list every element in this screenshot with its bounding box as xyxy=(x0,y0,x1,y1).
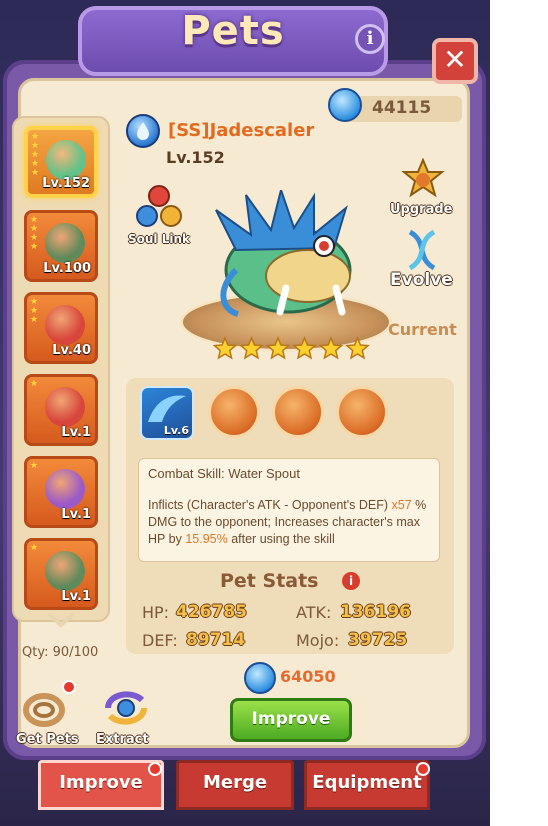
pet-card[interactable]: ★ Lv.1 xyxy=(24,538,98,610)
improve-cost: 64050 xyxy=(280,667,336,686)
star-icon xyxy=(292,336,317,360)
info-button[interactable]: i xyxy=(355,24,385,54)
soul-link-label[interactable]: Soul Link xyxy=(128,232,190,246)
page-title: Pets xyxy=(181,8,285,54)
pet-thumbnail xyxy=(45,305,85,345)
chevron-down-icon[interactable] xyxy=(48,612,74,628)
pet-card[interactable]: ★ Lv.1 xyxy=(24,374,98,446)
star-icon: ★ xyxy=(30,379,39,389)
pet-quantity: Qty: 90/100 xyxy=(22,645,99,660)
star-icon xyxy=(265,336,291,360)
evolve-label[interactable]: Evolve xyxy=(390,270,453,290)
skill-title: Combat Skill: Water Spout xyxy=(148,466,300,481)
equipment-tab-notification-dot xyxy=(416,762,430,776)
star-icon xyxy=(239,336,264,360)
tab-merge[interactable]: Merge xyxy=(176,760,294,810)
evolve-dna-icon[interactable] xyxy=(398,226,446,274)
pet-card[interactable]: ★ ★ ★ ★ Lv.100 xyxy=(24,210,98,282)
def-value: 89714 xyxy=(186,630,246,650)
game-screen: Pets i ✕ 44115 ★ ★ ★ ★ ★ Lv.152 ★ ★ ★ ★ Lv.100 ★ ★ ★ L… xyxy=(0,0,490,826)
upgrade-label[interactable]: Upgrade xyxy=(390,202,452,217)
hp-label: HP: xyxy=(142,603,170,622)
pet-star-rating xyxy=(212,336,370,360)
mojo-value: 39725 xyxy=(348,630,408,650)
improve-tab-notification-dot xyxy=(148,762,162,776)
pet-card-level: Lv.1 xyxy=(61,425,91,440)
skill-hp-bonus: 15.95% xyxy=(185,532,228,546)
improve-button[interactable]: Improve xyxy=(230,698,352,742)
pet-thumbnail xyxy=(46,140,86,180)
tab-improve[interactable]: Improve xyxy=(38,760,164,810)
current-status-label: Current xyxy=(388,320,457,339)
gem-cost-icon xyxy=(244,662,276,694)
mojo-label: Mojo: xyxy=(296,631,340,650)
pet-card[interactable]: ★ ★ ★ Lv.40 xyxy=(24,292,98,364)
gem-icon xyxy=(328,88,362,122)
get-pets-notification-dot xyxy=(62,680,76,694)
tab-equipment[interactable]: Equipment xyxy=(304,760,430,810)
upgrade-icon[interactable] xyxy=(400,158,446,204)
pet-creature-image xyxy=(215,190,352,317)
pet-card[interactable]: ★ Lv.1 xyxy=(24,456,98,528)
skill-slot-3-icon[interactable] xyxy=(336,386,388,438)
skill-slot-2-icon[interactable] xyxy=(272,386,324,438)
currency-amount: 44115 xyxy=(372,98,432,118)
close-button[interactable]: ✕ xyxy=(432,38,478,84)
star-icon: ★ xyxy=(30,242,39,252)
rope-icon[interactable] xyxy=(22,686,66,730)
extract-label[interactable]: Extract xyxy=(96,732,149,747)
atk-value: 136196 xyxy=(340,602,411,622)
stats-title: Pet Stats xyxy=(220,570,319,592)
get-pets-label[interactable]: Get Pets xyxy=(16,732,79,747)
pet-name: [SS]Jadescaler xyxy=(168,120,315,141)
star-icon: ★ xyxy=(30,543,39,553)
skill-desc-part1: Inflicts (Character's ATK - Opponent's D… xyxy=(148,498,389,512)
star-icon: ★ xyxy=(31,168,40,178)
atk-label: ATK: xyxy=(296,603,332,622)
skill-description: Inflicts (Character's ATK - Opponent's D… xyxy=(148,497,432,548)
hp-value: 426785 xyxy=(176,602,247,622)
pet-thumbnail xyxy=(45,223,85,263)
pet-card-level: Lv.152 xyxy=(42,176,90,191)
skill-level: Lv.6 xyxy=(163,424,189,437)
pet-thumbnail xyxy=(45,387,85,427)
main-skill-icon[interactable]: Lv.6 xyxy=(140,386,194,440)
pet-thumbnail xyxy=(45,551,85,591)
pet-card-level: Lv.1 xyxy=(61,507,91,522)
def-label: DEF: xyxy=(142,631,178,650)
star-icon xyxy=(345,336,370,360)
pet-card-level: Lv.40 xyxy=(52,343,91,358)
skill-multiplier: x57 xyxy=(391,498,412,512)
pet-card-level: Lv.100 xyxy=(43,261,91,276)
water-element-icon xyxy=(126,114,160,148)
pet-level: Lv.152 xyxy=(166,148,225,167)
skill-desc-part3: after using the skill xyxy=(231,532,335,546)
star-icon xyxy=(318,336,344,360)
skill-slot-1-icon[interactable] xyxy=(208,386,260,438)
pet-card[interactable]: ★ ★ ★ ★ ★ Lv.152 xyxy=(24,126,98,198)
star-icon: ★ xyxy=(30,315,39,325)
star-icon: ★ xyxy=(30,461,39,471)
stats-info-icon[interactable]: i xyxy=(342,572,360,590)
star-icon xyxy=(212,336,238,360)
soul-link-icon[interactable] xyxy=(134,182,184,232)
extract-icon[interactable] xyxy=(102,686,150,730)
pet-thumbnail xyxy=(45,469,85,509)
pet-card-level: Lv.1 xyxy=(61,589,91,604)
